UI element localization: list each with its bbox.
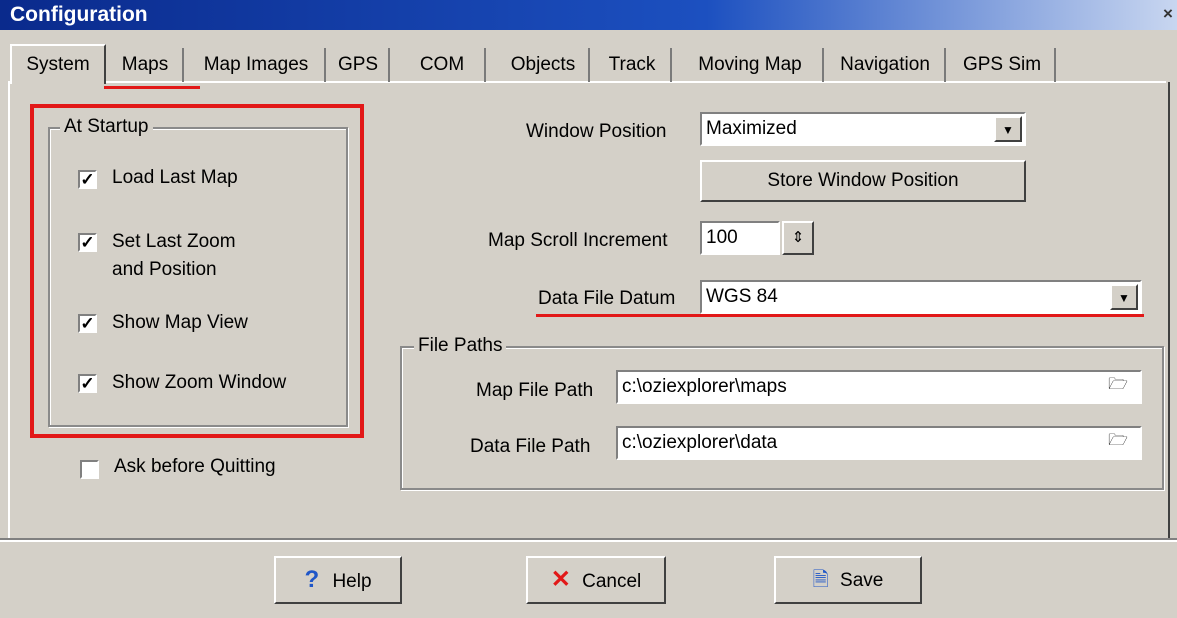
- data-file-path-label: Data File Path: [470, 436, 591, 457]
- help-button[interactable]: ? Help: [274, 556, 402, 604]
- data-file-path-value: c:\oziexplorer\data: [622, 432, 778, 453]
- data-file-datum-select[interactable]: WGS 84: [700, 280, 1142, 314]
- cancel-button[interactable]: ✕ Cancel: [526, 556, 666, 604]
- window-position-value: Maximized: [706, 118, 797, 139]
- window-position-select[interactable]: Maximized: [700, 112, 1026, 146]
- map-scroll-increment-value: 100: [706, 227, 738, 248]
- tab-track[interactable]: Track: [594, 48, 672, 82]
- tab-gps-sim[interactable]: GPS Sim: [950, 48, 1056, 82]
- map-file-path-label: Map File Path: [476, 380, 594, 401]
- window-title: Configuration: [10, 3, 148, 26]
- show-map-view-checkbox[interactable]: ✓: [78, 314, 97, 333]
- map-file-path-input[interactable]: c:\oziexplorer\maps: [616, 370, 1142, 404]
- close-icon[interactable]: ×: [1163, 4, 1173, 24]
- tab-objects[interactable]: Objects: [498, 48, 590, 82]
- title-bar: [0, 0, 1177, 30]
- ask-before-quitting-checkbox[interactable]: [80, 460, 99, 479]
- window-position-label: Window Position: [526, 121, 667, 142]
- set-last-zoom-label-line2: and Position: [112, 259, 217, 280]
- tab-maps[interactable]: Maps: [108, 48, 184, 82]
- file-paths-group: [400, 346, 1164, 490]
- show-zoom-window-label: Show Zoom Window: [112, 372, 287, 393]
- load-last-map-label: Load Last Map: [112, 167, 238, 188]
- save-icon: 🗎: [812, 569, 829, 591]
- save-button-label: Save: [840, 570, 884, 591]
- tab-map-images[interactable]: Map Images: [188, 48, 326, 82]
- tab-gps[interactable]: GPS: [328, 48, 390, 82]
- show-zoom-window-checkbox[interactable]: ✓: [78, 374, 97, 393]
- help-icon: ?: [304, 566, 320, 593]
- store-window-position-button[interactable]: Store Window Position: [700, 160, 1026, 202]
- cancel-button-label: Cancel: [582, 571, 642, 592]
- data-file-path-input[interactable]: c:\oziexplorer\data: [616, 426, 1142, 460]
- datum-highlight-underline: [536, 314, 1144, 317]
- file-paths-legend: File Paths: [414, 335, 507, 357]
- help-button-label: Help: [332, 571, 372, 592]
- save-button[interactable]: 🗎 Save: [774, 556, 922, 604]
- tab-system[interactable]: System: [10, 44, 106, 84]
- footer-separator: [0, 538, 1177, 542]
- cancel-icon: ✕: [550, 566, 571, 593]
- tab-navigation[interactable]: Navigation: [826, 48, 946, 82]
- data-file-datum-label: Data File Datum: [538, 288, 676, 309]
- load-last-map-checkbox[interactable]: ✓: [78, 170, 97, 189]
- set-last-zoom-checkbox[interactable]: ✓: [78, 233, 97, 252]
- tab-com[interactable]: COM: [400, 48, 486, 82]
- tab-moving-map[interactable]: Moving Map: [678, 48, 824, 82]
- folder-open-icon[interactable]: 🗁: [1100, 430, 1136, 456]
- show-map-view-label: Show Map View: [112, 312, 248, 333]
- map-file-path-value: c:\oziexplorer\maps: [622, 376, 787, 397]
- map-scroll-increment-input[interactable]: 100: [700, 221, 780, 255]
- window-position-dropdown-icon[interactable]: ▼: [994, 116, 1022, 142]
- data-file-datum-dropdown-icon[interactable]: ▼: [1110, 284, 1138, 310]
- set-last-zoom-label: Set Last Zoom: [112, 231, 236, 252]
- map-scroll-increment-label: Map Scroll Increment: [488, 230, 668, 251]
- folder-open-icon[interactable]: 🗁: [1100, 374, 1136, 400]
- ask-before-quitting-label: Ask before Quitting: [114, 456, 276, 477]
- data-file-datum-value: WGS 84: [706, 286, 778, 307]
- at-startup-legend: At Startup: [60, 116, 153, 138]
- spinner-icon[interactable]: ⇕: [782, 221, 814, 255]
